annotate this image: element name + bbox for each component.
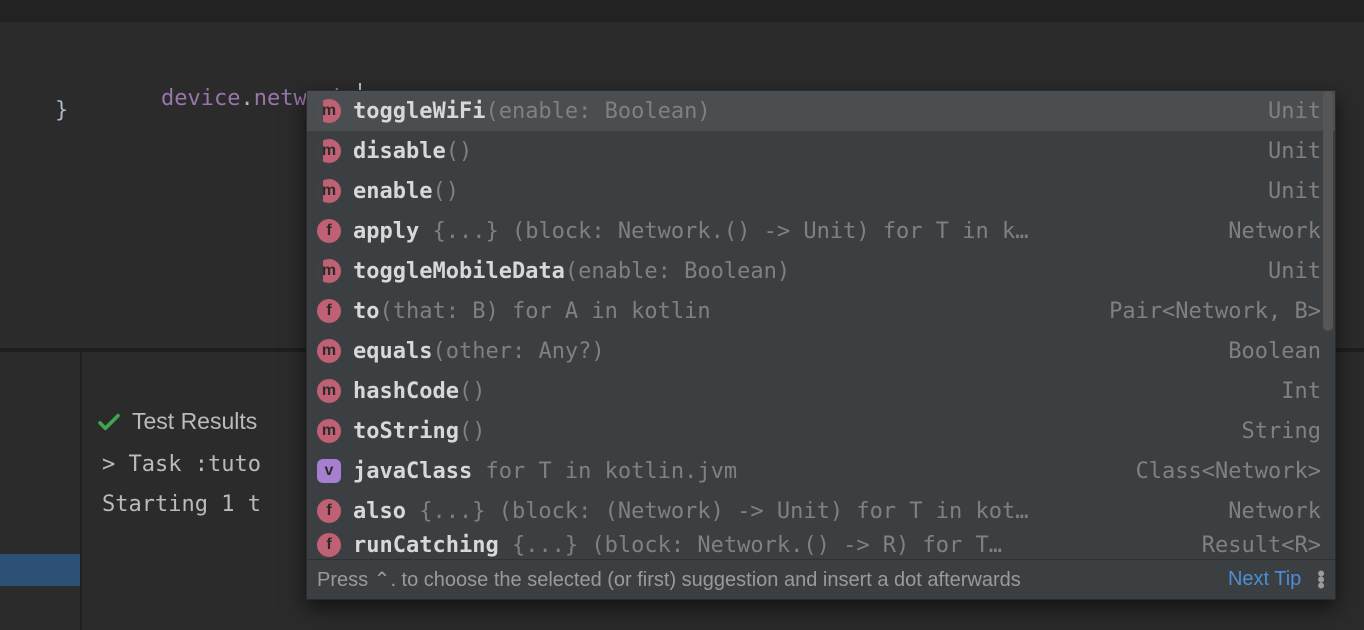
- completion-return-type: Class<Network>: [1118, 459, 1321, 484]
- completion-kind-icon: v: [317, 459, 341, 483]
- completion-signature: disable(): [353, 139, 1238, 164]
- completion-kind-icon: m: [317, 339, 341, 363]
- completion-item[interactable]: m disable() Unit: [307, 131, 1335, 171]
- completion-kind-icon: m: [317, 259, 341, 283]
- check-icon: [98, 413, 120, 431]
- completion-kind-icon: f: [317, 299, 341, 323]
- completion-signature: toggleMobileData(enable: Boolean): [353, 259, 1238, 284]
- test-results-label: Test Results: [132, 408, 257, 435]
- completion-item[interactable]: m enable() Unit: [307, 171, 1335, 211]
- completion-item[interactable]: v javaClass for T in kotlin.jvm Class<Netw…: [307, 451, 1335, 491]
- completion-return-type: Network: [1210, 499, 1321, 524]
- scrollbar-thumb[interactable]: [1323, 91, 1333, 331]
- completion-popup: m toggleWiFi(enable: Boolean) Unit m disable…: [306, 90, 1336, 600]
- completion-kind-icon: f: [317, 533, 341, 557]
- completion-item[interactable]: m hashCode() Int: [307, 371, 1335, 411]
- gutter: [0, 0, 1364, 22]
- completion-item[interactable]: f apply {...} (block: Network.() -> Unit)…: [307, 211, 1335, 251]
- completion-signature: hashCode(): [353, 379, 1251, 404]
- completion-footer: Press ⌃. to choose the selected (or firs…: [307, 559, 1335, 599]
- completion-kind-icon: m: [317, 139, 341, 163]
- panel-selection[interactable]: [0, 554, 80, 586]
- completion-return-type: Int: [1263, 379, 1321, 404]
- completion-hint: Press ⌃. to choose the selected (or firs…: [317, 567, 1214, 592]
- completion-kind-icon: m: [317, 179, 341, 203]
- completion-item[interactable]: f runCatching {...} (block: Network.() ->…: [307, 531, 1335, 559]
- completion-signature: equals(other: Any?): [353, 339, 1198, 364]
- token-identifier: device: [161, 86, 240, 111]
- completion-return-type: Result<R>: [1184, 533, 1321, 558]
- completion-signature: javaClass for T in kotlin.jvm: [353, 459, 1106, 484]
- completion-signature: toggleWiFi(enable: Boolean): [353, 99, 1238, 124]
- completion-kind-icon: m: [317, 419, 341, 443]
- completion-kind-icon: f: [317, 219, 341, 243]
- next-tip-link[interactable]: Next Tip: [1228, 568, 1301, 591]
- kebab-menu-icon[interactable]: •••: [1315, 571, 1325, 589]
- completion-signature: runCatching {...} (block: Network.() -> …: [353, 533, 1172, 558]
- completion-list[interactable]: m toggleWiFi(enable: Boolean) Unit m disable…: [307, 91, 1335, 559]
- completion-scrollbar[interactable]: [1321, 91, 1333, 559]
- completion-signature: also {...} (block: (Network) -> Unit) fo…: [353, 499, 1198, 524]
- completion-signature: toString(): [353, 419, 1212, 444]
- completion-kind-icon: m: [317, 99, 341, 123]
- completion-kind-icon: m: [317, 379, 341, 403]
- completion-return-type: Unit: [1250, 179, 1321, 204]
- completion-return-type: Pair<Network, B>: [1091, 299, 1321, 324]
- token-dot: .: [240, 86, 253, 111]
- completion-signature: apply {...} (block: Network.() -> Unit) …: [353, 219, 1198, 244]
- completion-item[interactable]: m toString() String: [307, 411, 1335, 451]
- completion-item[interactable]: f to(that: B) for A in kotlin Pair<Network…: [307, 291, 1335, 331]
- completion-return-type: Network: [1210, 219, 1321, 244]
- closing-brace: }: [55, 98, 68, 123]
- completion-item[interactable]: m toggleWiFi(enable: Boolean) Unit: [307, 91, 1335, 131]
- completion-item[interactable]: f also {...} (block: (Network) -> Unit) f…: [307, 491, 1335, 531]
- completion-return-type: Boolean: [1210, 339, 1321, 364]
- completion-return-type: String: [1224, 419, 1321, 444]
- panel-vertical-divider[interactable]: [80, 352, 82, 630]
- completion-return-type: Unit: [1250, 99, 1321, 124]
- completion-return-type: Unit: [1250, 259, 1321, 284]
- test-results-header[interactable]: Test Results: [98, 408, 257, 435]
- completion-signature: to(that: B) for A in kotlin: [353, 299, 1079, 324]
- console-line: Starting 1 t: [102, 492, 261, 517]
- completion-signature: enable(): [353, 179, 1238, 204]
- console-line: > Task :tuto: [102, 452, 261, 477]
- completion-item[interactable]: m toggleMobileData(enable: Boolean) Unit: [307, 251, 1335, 291]
- completion-return-type: Unit: [1250, 139, 1321, 164]
- completion-item[interactable]: m equals(other: Any?) Boolean: [307, 331, 1335, 371]
- completion-kind-icon: f: [317, 499, 341, 523]
